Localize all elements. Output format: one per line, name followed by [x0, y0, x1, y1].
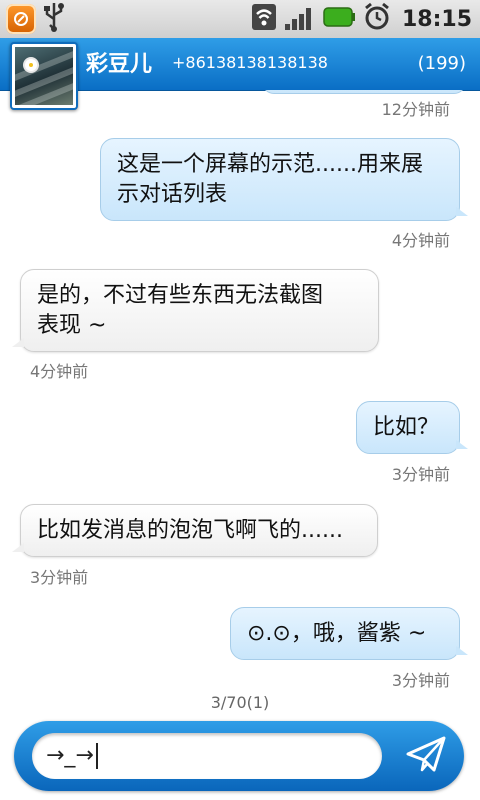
- usb-icon: [42, 1, 66, 37]
- message-bubble-outgoing[interactable]: ⊙.⊙，哦，酱紫 ~: [230, 607, 468, 660]
- message-input[interactable]: →_→: [32, 733, 382, 779]
- message-timestamp: 4分钟前: [391, 231, 450, 250]
- message-text: 表现 ~: [37, 313, 107, 338]
- contact-name: 彩豆儿: [86, 52, 153, 77]
- message-text: 比如发消息的泡泡飞啊飞的......: [37, 518, 343, 543]
- wifi-icon: [250, 2, 278, 36]
- battery-icon: [322, 5, 356, 33]
- message-bubble-incoming[interactable]: 是的，不过有些东西无法截图 表现 ~: [12, 269, 379, 352]
- message-list[interactable]: 12分钟前 这是一个屏幕的示范......用来展 示对话列表 4分钟前 是的，不…: [0, 90, 480, 718]
- page-indicator: 3/70(1): [210, 693, 270, 712]
- message-text: 比如？: [373, 415, 440, 440]
- status-bar: 18:15: [0, 0, 480, 39]
- contact-phone-number: +86138138138138: [172, 53, 328, 72]
- message-text: ⊙.⊙，哦，酱紫 ~: [247, 621, 427, 646]
- message-bubble-outgoing[interactable]: 这是一个屏幕的示范......用来展 示对话列表: [100, 138, 468, 221]
- sms-conversation-screen: 18:15 彩豆儿 +86138138138138 (199) 12分钟前 这是…: [0, 0, 480, 800]
- message-text: 这是一个屏幕的示范......用来展: [117, 152, 423, 177]
- message-timestamp: 3分钟前: [30, 568, 89, 587]
- status-time: 18:15: [401, 6, 472, 32]
- alarm-icon: [362, 2, 392, 36]
- signal-icon: [284, 2, 316, 36]
- message-timestamp: 4分钟前: [30, 362, 89, 381]
- message-text: 示对话列表: [117, 182, 228, 207]
- text-cursor: [95, 743, 98, 769]
- message-bubble-outgoing[interactable]: [262, 90, 466, 94]
- send-button[interactable]: [400, 730, 452, 782]
- message-input-value: →_→: [46, 743, 94, 768]
- message-bubble-incoming[interactable]: 比如发消息的泡泡飞啊飞的......: [12, 504, 378, 557]
- send-paper-plane-icon: [404, 734, 448, 778]
- message-bubble-outgoing[interactable]: 比如？: [356, 401, 468, 454]
- message-text: 是的，不过有些东西无法截图: [37, 283, 324, 308]
- message-timestamp: 3分钟前: [391, 671, 450, 690]
- message-count: (199): [417, 53, 466, 74]
- message-timestamp: 3分钟前: [391, 465, 450, 484]
- compose-bar: →_→: [14, 721, 464, 791]
- message-timestamp: 12分钟前: [381, 100, 450, 119]
- app-notification-icon[interactable]: [6, 4, 36, 34]
